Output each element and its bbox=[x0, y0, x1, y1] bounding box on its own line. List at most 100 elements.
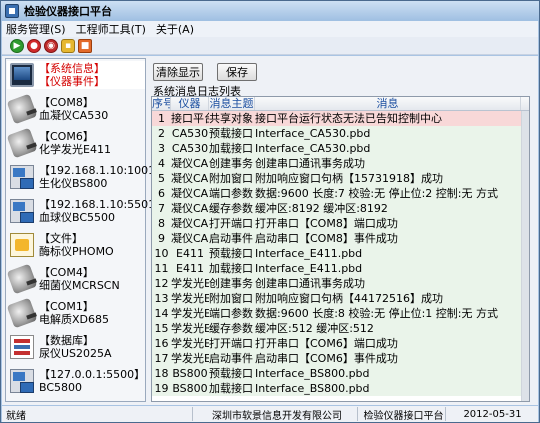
device-name-label: 尿仪US2025A bbox=[39, 347, 112, 360]
device-name-label: 血凝仪CA530 bbox=[39, 109, 109, 122]
table-row[interactable]: 6 凝仪CA5端口参数数据:9600 长度:7 校验:无 停止位:2 控制:无 方… bbox=[152, 186, 521, 201]
table-row[interactable]: 5 凝仪CA5附加窗口附加响应窗口句柄【15731918】成功 bbox=[152, 171, 521, 186]
table-row[interactable]: 7 凝仪CA5缓存参数缓冲区:8192 缓冲区:8192 bbox=[152, 201, 521, 216]
cell-message: 缓冲区:8192 缓冲区:8192 bbox=[255, 202, 388, 215]
cell-topic: 启动事件 bbox=[209, 352, 253, 365]
cell-no: 1 bbox=[158, 112, 165, 125]
stop-icon[interactable]: ● bbox=[27, 38, 41, 53]
cell-no: 17 bbox=[154, 352, 169, 365]
device-text: 【127.0.0.1:5500】 BC5800 bbox=[39, 368, 145, 394]
cell-message: 启动串口【COM8】事件成功 bbox=[255, 232, 398, 245]
menu-about[interactable]: 关于(A) bbox=[152, 21, 200, 37]
log-rows: 1接口平台共享对象接口平台运行状态无法已告知控制中心2CA530预载接口Inte… bbox=[152, 111, 521, 396]
record-icon[interactable]: ◉ bbox=[44, 38, 58, 53]
device-item[interactable]: 【COM6】 化学发光E411 bbox=[6, 127, 145, 159]
cell-device: 学发光E4 bbox=[171, 322, 209, 335]
status-ready: 就绪 bbox=[6, 410, 26, 422]
clear-display-button[interactable]: 清除显示 bbox=[153, 63, 203, 81]
table-row[interactable]: 4 凝仪CA5创建事务创建串口通讯事务成功 bbox=[152, 156, 521, 171]
cell-no: 14 bbox=[154, 307, 169, 320]
device-item[interactable]: 【COM1】 电解质XD685 bbox=[6, 297, 145, 329]
device-item[interactable]: 【192.168.1.10:5501】 血球仪BC5500 bbox=[7, 197, 166, 225]
menu-bar: 服务管理(S) 工程师工具(T) 关于(A) bbox=[2, 21, 538, 37]
scrollbar-thumb[interactable] bbox=[522, 111, 529, 401]
cell-message: 缓冲区:512 缓冲区:512 bbox=[255, 322, 374, 335]
cell-topic: 加载接口 bbox=[209, 382, 253, 395]
column-header-message[interactable]: 消息 bbox=[255, 97, 521, 110]
table-row[interactable]: 15学发光E4缓存参数缓冲区:512 缓冲区:512 bbox=[152, 321, 521, 336]
column-header-topic[interactable]: 消息主题 bbox=[209, 97, 255, 110]
menu-service[interactable]: 服务管理(S) bbox=[2, 21, 72, 37]
log-grid[interactable]: 序号 仪器 消息主题 消息 1 接口平台共享对象接口平台运行状态无法已告知控制中心… bbox=[151, 96, 530, 402]
cell-topic: 端口参数 bbox=[209, 187, 253, 200]
cell-message: 启动串口【COM6】事件成功 bbox=[255, 352, 398, 365]
table-row[interactable]: 3 CA530 加载接口 Interface_CA530.pbd bbox=[152, 141, 521, 156]
device-name-label: 生化仪BS800 bbox=[39, 177, 108, 190]
lock-icon[interactable]: ▪ bbox=[61, 38, 75, 53]
column-header-no[interactable]: 序号 bbox=[152, 97, 171, 110]
cell-no: 11 bbox=[154, 262, 169, 275]
save-button[interactable]: 保存 bbox=[217, 63, 257, 81]
file-icon bbox=[10, 233, 34, 257]
cell-topic: 加载接口 bbox=[209, 142, 253, 155]
table-row[interactable]: 12学发光E4创建事务创建串口通讯事务成功 bbox=[152, 276, 521, 291]
table-row[interactable]: 18 BS800 预载接口 Interface_BS800.pbd bbox=[152, 366, 521, 381]
cell-no: 5 bbox=[158, 172, 165, 185]
table-row[interactable]: 8 凝仪CA5打开端口打开串口【COM8】端口成功 bbox=[152, 216, 521, 231]
cell-device: 学发光E4 bbox=[171, 352, 209, 365]
device-port-label: 【COM4】 bbox=[39, 266, 94, 279]
device-text: 【文件】 酶标仪PHOMO bbox=[39, 232, 114, 258]
device-port-label: 【COM1】 bbox=[39, 300, 94, 313]
cell-message: Interface_BS800.pbd bbox=[255, 382, 370, 395]
device-port-label: 【COM8】 bbox=[39, 96, 94, 109]
serial-plug-icon bbox=[6, 297, 38, 329]
table-row[interactable]: 19 BS800 加载接口 Interface_BS800.pbd bbox=[152, 381, 521, 396]
menu-tools[interactable]: 工程师工具(T) bbox=[72, 21, 152, 37]
cell-topic: 预载接口 bbox=[209, 127, 253, 140]
table-row[interactable]: 1 接口平台共享对象接口平台运行状态无法已告知控制中心 bbox=[152, 111, 521, 126]
device-text: 【COM1】 电解质XD685 bbox=[39, 300, 109, 326]
cell-device: 凝仪CA5 bbox=[171, 157, 209, 170]
table-row[interactable]: 16学发光E4打开端口打开串口【COM6】端口成功 bbox=[152, 336, 521, 351]
exit-icon[interactable]: ■ bbox=[78, 38, 92, 53]
cell-no: 4 bbox=[158, 157, 165, 170]
device-port-label: 【COM6】 bbox=[39, 130, 94, 143]
cell-topic: 附加窗口 bbox=[209, 172, 253, 185]
cell-device: 接口平台 bbox=[171, 112, 209, 125]
device-text: 【192.168.1.10:5501】 血球仪BC5500 bbox=[39, 198, 166, 224]
cell-message: 创建串口通讯事务成功 bbox=[255, 277, 365, 290]
device-name-label: 细菌仪MCRSCN bbox=[39, 279, 120, 292]
cell-message: Interface_E411.pbd bbox=[255, 262, 363, 275]
network-icon bbox=[10, 199, 34, 223]
device-item[interactable]: 【数据库】 尿仪US2025A bbox=[7, 333, 145, 361]
device-item[interactable]: 【文件】 酶标仪PHOMO bbox=[7, 231, 145, 259]
device-item[interactable]: 【COM8】 血凝仪CA530 bbox=[6, 93, 145, 125]
table-row[interactable]: 17学发光E4启动事件启动串口【COM6】事件成功 bbox=[152, 351, 521, 366]
device-port-label: 【文件】 bbox=[39, 232, 83, 245]
cell-device: 凝仪CA5 bbox=[171, 217, 209, 230]
table-row[interactable]: 10 E411 预载接口 Interface_E411.pbd bbox=[152, 246, 521, 261]
device-item[interactable]: 【192.168.1.10:1001】 生化仪BS800 bbox=[7, 163, 166, 191]
device-name-label: 【仪器事件】 bbox=[39, 75, 105, 88]
serial-plug-icon bbox=[6, 127, 38, 159]
table-row[interactable]: 11 E411 加载接口 Interface_E411.pbd bbox=[152, 261, 521, 276]
table-row[interactable]: 2 CA530 预载接口 Interface_CA530.pbd bbox=[152, 126, 521, 141]
table-row[interactable]: 14学发光E4端口参数数据:9600 长度:8 校验:无 停止位:1 控制:无 … bbox=[152, 306, 521, 321]
network-icon bbox=[10, 369, 34, 393]
device-item[interactable]: 【系统信息】 【仪器事件】 bbox=[7, 61, 145, 89]
device-item[interactable]: 【COM4】 细菌仪MCRSCN bbox=[6, 263, 145, 295]
cell-topic: 创建事务 bbox=[209, 277, 253, 290]
app-icon bbox=[5, 4, 19, 18]
column-header-device[interactable]: 仪器 bbox=[171, 97, 209, 110]
play-icon[interactable]: ▶ bbox=[10, 38, 24, 53]
cell-topic: 预载接口 bbox=[209, 247, 253, 260]
device-port-label: 【127.0.0.1:5500】 bbox=[39, 368, 146, 381]
device-text: 【COM6】 化学发光E411 bbox=[39, 130, 111, 156]
device-item[interactable]: 【127.0.0.1:5500】 BC5800 bbox=[7, 367, 145, 395]
vertical-scrollbar[interactable] bbox=[521, 111, 529, 401]
status-app: 检验仪器接口平台 bbox=[357, 407, 445, 422]
cell-message: Interface_CA530.pbd bbox=[255, 142, 371, 155]
table-row[interactable]: 13学发光E4附加窗口附加响应窗口句柄【44172516】成功 bbox=[152, 291, 521, 306]
table-row[interactable]: 9 凝仪CA5启动事件启动串口【COM8】事件成功 bbox=[152, 231, 521, 246]
cell-message: 打开串口【COM8】端口成功 bbox=[255, 217, 398, 230]
